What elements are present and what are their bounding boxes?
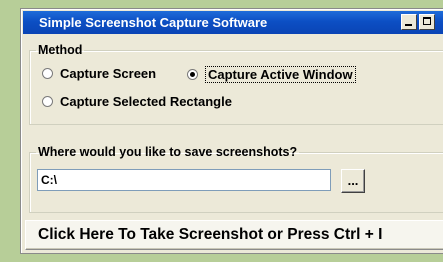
radio-capture-selected-rectangle[interactable]: Capture Selected Rectangle	[42, 94, 232, 109]
radio-label: Capture Active Window	[205, 66, 356, 83]
radio-capture-screen[interactable]: Capture Screen	[42, 66, 156, 81]
minimize-button[interactable]	[401, 14, 417, 30]
radio-circle[interactable]	[42, 68, 53, 79]
maximize-button[interactable]	[419, 14, 435, 30]
radio-label: Capture Selected Rectangle	[60, 94, 232, 109]
take-screenshot-button[interactable]: Click Here To Take Screenshot or Press C…	[25, 220, 443, 250]
radio-circle[interactable]	[42, 96, 53, 107]
save-legend: Where would you like to save screenshots…	[38, 145, 298, 159]
app-window: Simple Screenshot Capture Software Metho…	[20, 8, 443, 254]
window-title: Simple Screenshot Capture Software	[39, 15, 268, 30]
method-legend: Method	[38, 43, 83, 57]
method-group: Method	[29, 43, 443, 125]
radio-label: Capture Screen	[60, 66, 157, 81]
title-bar[interactable]: Simple Screenshot Capture Software	[23, 11, 443, 34]
radio-capture-active-window[interactable]: Capture Active Window	[187, 66, 356, 83]
radio-circle-selected[interactable]	[187, 69, 198, 80]
save-path-input[interactable]	[37, 169, 331, 191]
browse-button[interactable]: ...	[341, 169, 365, 193]
